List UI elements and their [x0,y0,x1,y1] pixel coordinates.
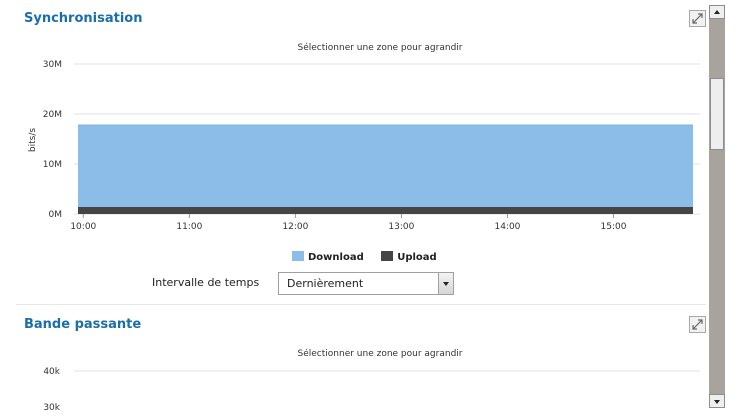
upload-area [78,207,693,214]
y-tick-label-partial: 30k [43,403,60,413]
sync-chart[interactable]: 0M 10M 20M 30M 10:00 11:00 12:00 13:00 14:00 15:… [0,0,740,245]
expand-chart-button-2[interactable] [689,316,706,333]
dropdown-arrow-icon[interactable] [438,273,453,294]
y-tick-label: 20M [43,110,62,120]
x-tick-label: 14:00 [494,222,520,232]
vertical-scrollbar[interactable] [709,5,725,408]
legend-item-download[interactable]: Download [292,251,364,263]
y-tick-label: 10M [43,160,62,170]
legend-label-download: Download [308,252,364,263]
download-area [78,125,693,214]
chart-legend: Download Upload [292,251,451,263]
time-interval-label: Intervalle de temps [152,276,260,289]
scroll-down-button[interactable] [709,394,725,408]
y-tick-label: 0M [49,210,63,220]
chart-zoom-hint-2: Sélectionner une zone pour agrandir [297,349,463,359]
x-tick-label: 10:00 [70,222,96,232]
legend-item-upload[interactable]: Upload [381,251,437,263]
chevron-up-icon [714,10,720,14]
section-divider [16,304,706,305]
section-title-bande-passante: Bande passante [24,317,142,332]
chevron-down-icon [714,400,720,404]
y-tick-label: 40k [43,367,60,377]
legend-swatch-download [292,251,304,261]
y-axis-label: bits/s [28,128,38,152]
legend-swatch-upload [381,251,394,261]
x-tick-label: 11:00 [176,222,202,232]
x-tick-label: 12:00 [282,222,308,232]
expand-icon [692,319,703,330]
y-tick-label: 30M [43,60,62,70]
x-tick-label: 15:00 [601,222,627,232]
time-interval-value: Dernièrement [287,277,364,290]
x-tick-label: 13:00 [388,222,414,232]
scroll-up-button[interactable] [709,5,725,19]
legend-label-upload: Upload [397,252,437,263]
time-interval-select[interactable]: Dernièrement [278,272,454,295]
scrollbar-thumb[interactable] [710,78,724,150]
